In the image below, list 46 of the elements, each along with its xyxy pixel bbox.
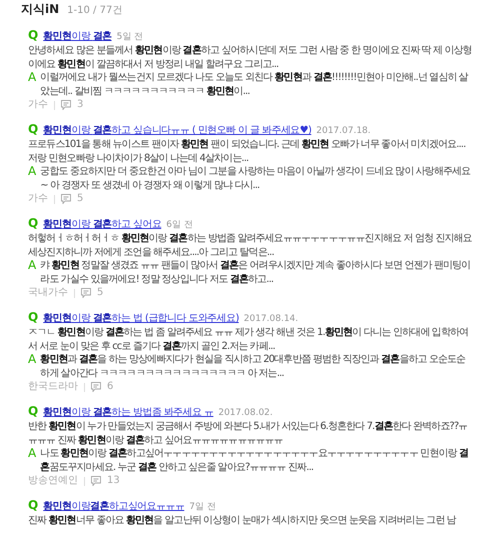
answer-text: 황민현과 결혼을 하는 망상에빠지다가 현실을 직시하고 20대후반쯤 평범한 직장인과 결혼을하고 오순도순하게 살아간다 ㅋㅋㅋㅋㅋㅋㅋㅋㅋㅋㅋㅋㅋㅋㅋㅋ 아 저는... xyxy=(40,353,466,380)
question-mark: Q xyxy=(28,28,38,42)
comment-count: 6 xyxy=(107,380,114,394)
comment-icon xyxy=(91,382,101,392)
question-link[interactable]: 황민현이랑 결혼 xyxy=(43,30,112,44)
post-date: 2017.07.18. xyxy=(316,125,371,138)
comment-count: 3 xyxy=(77,98,84,112)
result-count: 1-10 / 77건 xyxy=(67,4,122,18)
answer-mark: A xyxy=(28,353,36,366)
post-date: 5일 전 xyxy=(116,31,144,44)
answer-mark: A xyxy=(28,447,36,460)
answer-text: 캬 황민현 정말잘 생겼죠 ㅠㅠ 팬들이 많아서 결혼은 어려우시겠지만 계속 좋아하시다 보면 언젠가 팬미팅이라도 가실수 있을꺼에요! 정말 정상입니다 저도 결혼하고... xyxy=(40,259,472,286)
comment-icon xyxy=(61,194,71,204)
answer-text: 궁합도 중요하지만 더 중요한건 아마 님이 그분을 사랑하는 마음이 아닐까 생각이 드네요 많이 사랑해주세요~ 아 경쟁자 또 생겼네 아 경쟁자 왜 이렇게 많냐 다시... xyxy=(40,165,472,192)
question-text: 안녕하세요 많은 분들께서 황민현이랑 결혼하고 싶어하시던데 저도 그런 사람 중 한 명이에요 진짜 딱 제 이상형이에요 황민현이 깔끔하대서 저 방정리 내일 할려구요 그리고... xyxy=(28,45,472,70)
question-mark: Q xyxy=(28,498,38,512)
question-link[interactable]: 황민현이랑 결혼하고 싶습니다ㅠㅠ ( 민현오빠 이 글 봐주세요♥) xyxy=(43,124,312,138)
comment-count: 5 xyxy=(77,192,84,206)
question-link[interactable]: 황민현이랑 결혼하고 싶어요 xyxy=(43,218,162,232)
question-link[interactable]: 황민현이랑 결혼하는 방법좀 봐주세요 ㅠ xyxy=(43,406,214,420)
post-date: 7일 전 xyxy=(189,501,216,514)
post-date: 2017.08.14. xyxy=(244,313,298,326)
answer-mark: A xyxy=(28,259,36,272)
question-text: 반한 황민현이 누가 만들었는지 궁금해서 주방에 와본다 5.내가 서있는다 6.청혼한다 7.결혼한다 완벽하죠??ㅠㅠㅠㅠ 진짜 황민현이랑 결혼하고 싶어요ㅠㅠㅠㅠㅠㅠㅠㅠㅠㅠ xyxy=(28,421,468,446)
post-date: 2017.08.02. xyxy=(218,407,273,420)
answer-text: 이럴꺼에요 내가 뭘쓰는건지 모르겠다 나도 오늘도 외친다 황민현과 결혼!!!!!!!!민현아 미안해..넌 열심히 살았는데.. 갈비찜 ㅋㅋㅋㅋㅋㅋㅋㅋㅋㅋㅋ 황민현이... xyxy=(40,71,470,98)
question-mark: Q xyxy=(28,404,38,418)
question-mark: Q xyxy=(28,310,38,324)
comment-icon xyxy=(91,476,101,486)
question-link[interactable]: 황민현이랑 결혼하는 법 (급합니다 도와주세요) xyxy=(43,312,239,326)
comment-icon xyxy=(81,288,91,298)
question-text: 허헣허ㅓㅎ허ㅓ허ㅓㅎ 황민현이랑 결혼하는 방법좀 알려주세요ㅠㅠㅜㅜㅜㅜㅜㅠㅠ진지해요 저 엄청 진지해요 세상진지하니까 저에게 조언을 해주세요....아 그리고 탈덕은... xyxy=(28,233,472,258)
question-link[interactable]: 황민현이랑결혼하고싶어요ㅠㅠㅠ xyxy=(43,500,184,514)
question-text: 프로듀스101을 통해 뉴이스트 팬이자 황민현 팬이 되었습니다. 근데 황민현 오빠가 너무 좋아서 미치겠어요.... 저랑 민현오빠랑 나이차이가 8살이 나는데 4살차이는... xyxy=(28,139,466,164)
question-mark: Q xyxy=(28,122,38,136)
section-title: 지식iN xyxy=(21,1,60,17)
comment-icon xyxy=(61,100,71,110)
answer-mark: A xyxy=(28,165,36,178)
answer-mark: A xyxy=(28,71,36,84)
comment-count: 5 xyxy=(97,286,104,300)
question-mark: Q xyxy=(28,216,38,230)
answer-text: 나도 황민현이랑 결혼하고싶어ㅜㅜㅜㅜㅜㅜㅜㅜㅜㅜㅜㅜㅜㅜㅜㅜㅜ요ㅜㅜㅜㅜㅜㅜㅜㅜㅜㅜ 민현이랑 결혼꿈도꾸지마세요. 누군 결혼 안하고 싶은줄 알아요?ㅠㅠㅠㅠ 진짜... xyxy=(40,447,469,474)
post-date: 6일 전 xyxy=(166,219,193,232)
question-text: 진짜 황민현너무 좋아요 황민현을 알고난뒤 이상형이 눈매가 섹시하지만 웃으면 눈웃음 지려버리는 그런 남 xyxy=(28,515,456,526)
question-text: ㅈㄱㄴ 황민현이랑 결혼하는 법 좀 알려주세요 ㅠㅠ 제가 생각 해낸 것은 1.황민현이 다니는 인하대에 입학하여서 서로 눈이 맞은 후 cc로 즐기다 결혼까지 골인 2.저는 카페... xyxy=(28,327,468,352)
comment-count: 13 xyxy=(107,474,120,488)
